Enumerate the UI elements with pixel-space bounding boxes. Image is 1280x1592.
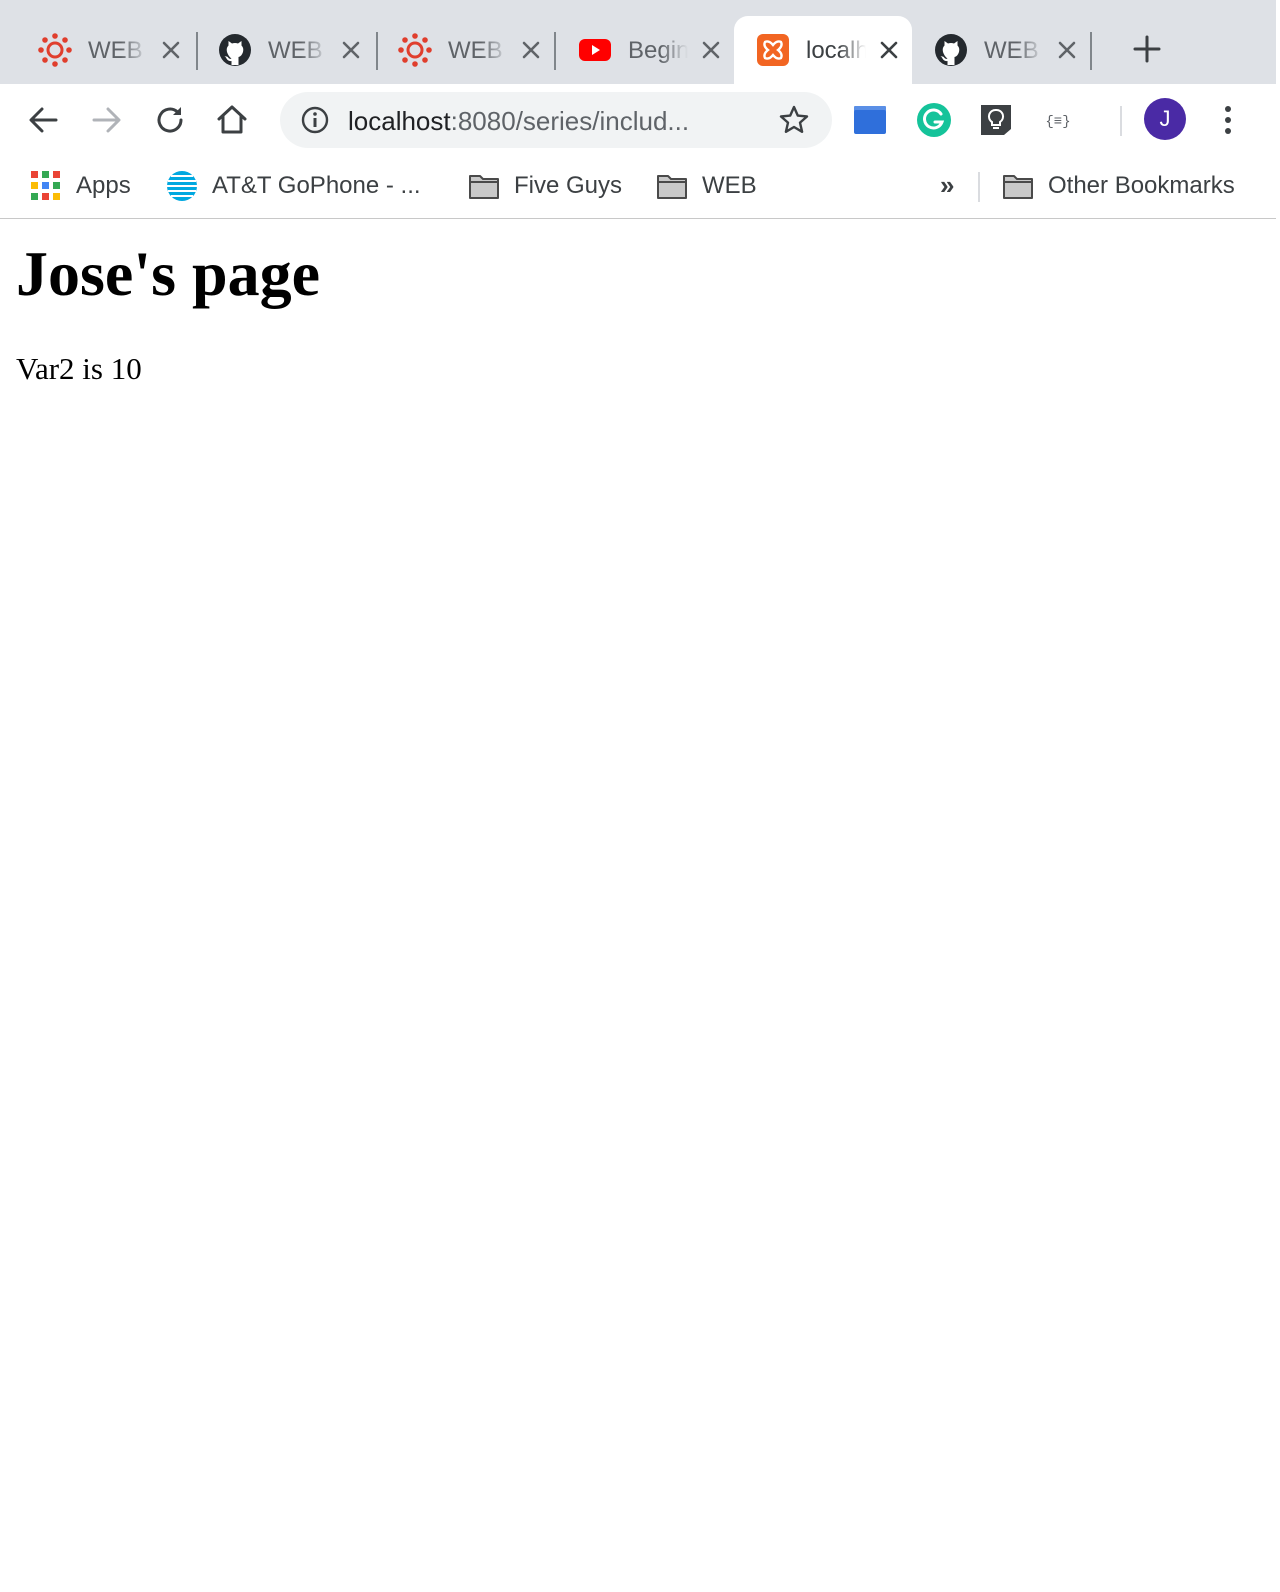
info-icon[interactable] xyxy=(300,105,330,135)
tab-1[interactable]: WEB xyxy=(16,16,194,84)
tab-4[interactable]: Beginner xyxy=(556,16,734,84)
bookmark-folder-web[interactable]: WEB xyxy=(656,166,757,206)
bookmark-folder-five-guys[interactable]: Five Guys xyxy=(468,166,622,206)
bookmark-label: WEB xyxy=(702,172,757,199)
grammarly-icon[interactable] xyxy=(916,102,952,138)
url-host: localhost xyxy=(348,106,451,136)
extension-blue-folder-icon[interactable] xyxy=(852,102,888,138)
profile-avatar[interactable]: J xyxy=(1144,98,1186,140)
tab-6[interactable]: WEB xyxy=(912,16,1090,84)
close-icon[interactable] xyxy=(339,38,363,62)
close-icon[interactable] xyxy=(877,38,901,62)
tab-title: localhost xyxy=(806,37,866,64)
tab-3[interactable]: WEB xyxy=(376,16,554,84)
close-icon[interactable] xyxy=(699,38,723,62)
browser-chrome: WEB WEB WEB Begin localh WEB localhost:8… xyxy=(0,0,1276,219)
tab-5-active[interactable]: localhost xyxy=(734,16,912,84)
more-vert-icon[interactable] xyxy=(1216,102,1240,138)
bookmark-label: Apps xyxy=(76,172,131,199)
tab-title: WEB xyxy=(268,37,323,64)
att-globe-icon xyxy=(167,171,197,201)
address-bar[interactable]: localhost:8080/series/includ... xyxy=(280,92,832,148)
bookmark-apps[interactable]: Apps xyxy=(30,166,131,206)
bookmarks-bar: Apps AT&T GoPhone - ... Five Guys WEB » xyxy=(0,156,1276,219)
url-path: :8080/series/includ... xyxy=(450,106,690,136)
toolbar: localhost:8080/series/includ... {≡} J xyxy=(0,84,1276,156)
forward-arrow-icon[interactable] xyxy=(86,100,126,140)
github-icon xyxy=(935,34,967,66)
url-text: localhost:8080/series/includ... xyxy=(348,105,758,137)
home-icon[interactable] xyxy=(212,100,252,140)
tab-separator xyxy=(1090,32,1092,70)
close-icon[interactable] xyxy=(1055,38,1079,62)
folder-icon xyxy=(469,175,499,199)
bookmarks-divider xyxy=(978,172,980,202)
youtube-icon xyxy=(579,39,611,61)
bookmark-label: Five Guys xyxy=(514,172,623,199)
tab-strip: WEB WEB WEB Begin localh WEB xyxy=(0,0,1276,84)
tab-title: WEB xyxy=(984,37,1039,64)
tab-title: WEB xyxy=(448,37,503,64)
svg-text:{≡}: {≡} xyxy=(1045,114,1070,130)
bookmark-other-bookmarks[interactable]: Other Bookmarks xyxy=(1002,166,1235,206)
close-icon[interactable] xyxy=(159,38,183,62)
bookmark-label: AT&T GoPhone - ... xyxy=(212,172,421,199)
page-heading: Jose's page xyxy=(16,238,320,309)
tab-title: Beginner xyxy=(628,37,688,64)
folder-icon xyxy=(1003,175,1033,199)
bookmark-att-gophone[interactable]: AT&T GoPhone - ... xyxy=(166,166,421,206)
back-arrow-icon[interactable] xyxy=(24,100,64,140)
toolbar-divider xyxy=(1120,106,1122,136)
canvas-icon xyxy=(398,33,432,67)
bookmarks-overflow-chevron-icon[interactable]: » xyxy=(940,172,962,198)
apps-grid-icon xyxy=(31,171,60,200)
tab-2[interactable]: WEB xyxy=(196,16,374,84)
github-icon xyxy=(219,34,251,66)
json-formatter-icon[interactable]: {≡} xyxy=(1040,102,1076,138)
page-content: Jose's page Var2 is 10 xyxy=(0,219,1276,1592)
canvas-icon xyxy=(38,33,72,67)
bookmark-label: Other Bookmarks xyxy=(1048,172,1235,199)
window-edge xyxy=(1276,0,1280,1592)
close-icon[interactable] xyxy=(519,38,543,62)
new-tab-plus-icon[interactable] xyxy=(1132,34,1162,64)
xampp-icon xyxy=(757,34,789,66)
tab-title: WEB xyxy=(88,37,143,64)
bookmark-star-icon[interactable] xyxy=(778,104,810,136)
folder-icon xyxy=(657,175,687,199)
reload-icon[interactable] xyxy=(150,100,190,140)
lightbulb-extension-icon[interactable] xyxy=(978,102,1014,138)
page-paragraph: Var2 is 10 xyxy=(16,351,142,386)
